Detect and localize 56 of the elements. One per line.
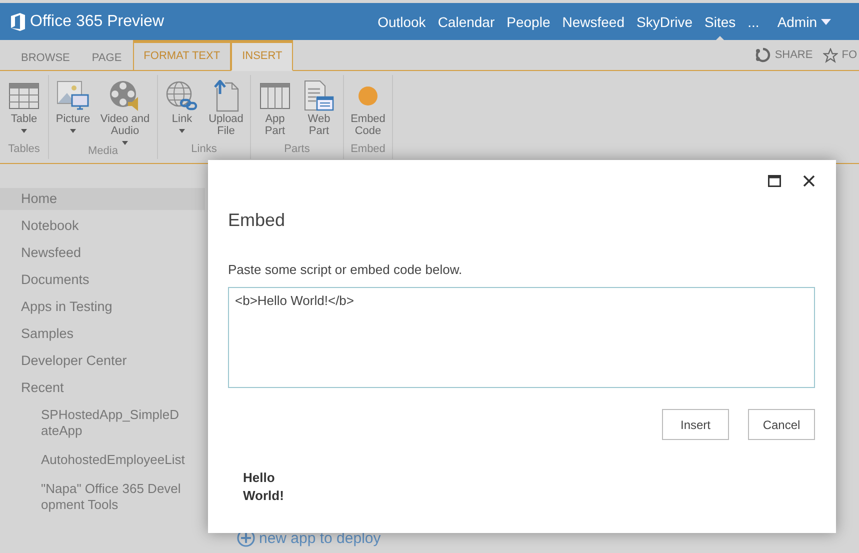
ribbon-command[interactable]: Video and Audio bbox=[97, 75, 153, 145]
action-link[interactable]: FO bbox=[842, 49, 857, 61]
ribbon-command[interactable]: Embed Code bbox=[348, 75, 388, 143]
ribbon-command[interactable]: Table bbox=[4, 75, 44, 143]
nav-item[interactable]: Home bbox=[0, 188, 205, 210]
ribbon-command[interactable]: Upload File bbox=[206, 75, 246, 143]
upload-file-icon bbox=[213, 79, 239, 113]
ribbon-tab[interactable]: BROWSE bbox=[10, 44, 81, 71]
nav-link[interactable]: ... bbox=[742, 3, 766, 40]
ribbon-command[interactable]: App Part bbox=[255, 75, 295, 143]
preview-text: Hello World! bbox=[243, 469, 285, 505]
film-reel-icon bbox=[109, 79, 141, 113]
dialog-button[interactable]: Insert bbox=[662, 409, 729, 440]
web-part-icon bbox=[304, 79, 334, 113]
nav-link[interactable]: Newsfeed bbox=[556, 3, 630, 40]
ribbon-command[interactable]: Link bbox=[162, 75, 202, 143]
dialog-prompt: Paste some script or embed code below. bbox=[228, 262, 464, 277]
dialog-title: Embed bbox=[228, 210, 286, 231]
picture-icon bbox=[57, 79, 89, 113]
nav-item[interactable]: Documents bbox=[0, 269, 185, 291]
nav-item[interactable]: Newsfeed bbox=[0, 242, 185, 264]
ribbon-command[interactable]: Picture bbox=[53, 75, 93, 145]
nav-item[interactable]: Samples bbox=[0, 323, 185, 345]
ribbon-group-label: Tables bbox=[7, 143, 41, 157]
app-title: Office 365 Preview bbox=[30, 12, 164, 30]
nav-item[interactable]: Developer Center bbox=[0, 350, 185, 372]
ribbon-group-label: Media bbox=[87, 145, 119, 159]
nav-item[interactable]: Apps in Testing bbox=[0, 296, 185, 318]
new-app-link[interactable]: new app to deploy bbox=[259, 530, 381, 546]
caret-icon bbox=[821, 18, 831, 24]
nav-item[interactable]: "Napa" Office 365 Development Tools bbox=[0, 478, 185, 516]
dialog-button[interactable]: Cancel bbox=[748, 409, 815, 440]
nav-item[interactable]: SPHostedApp_SimpleDateApp bbox=[0, 404, 185, 442]
nav-link[interactable]: SkyDrive bbox=[630, 3, 699, 40]
code-field[interactable]: <b>Hello World!</b> bbox=[228, 287, 815, 388]
ribbon-group-label: Embed bbox=[350, 143, 386, 157]
user-menu[interactable]: Admin bbox=[771, 3, 837, 40]
ribbon-command[interactable]: Web Part bbox=[299, 75, 339, 143]
action-link[interactable]: SHARE bbox=[774, 49, 813, 61]
nav-link[interactable]: Outlook bbox=[372, 3, 432, 40]
ribbon-tab[interactable]: PAGE bbox=[80, 44, 133, 71]
star-icon bbox=[822, 48, 838, 62]
nav-item[interactable]: Recent bbox=[0, 377, 185, 399]
nav-link[interactable]: Sites bbox=[698, 3, 742, 40]
globe-link-icon bbox=[166, 79, 198, 113]
ribbon-tab[interactable]: INSERT bbox=[231, 40, 294, 71]
office-logo-icon bbox=[10, 12, 26, 30]
maximize-icon[interactable] bbox=[768, 175, 781, 187]
share-icon bbox=[754, 47, 771, 63]
nav-item[interactable]: AutohostedEmployeeList bbox=[0, 449, 185, 471]
nav-link[interactable]: People bbox=[500, 3, 556, 40]
nav-link[interactable]: Calendar bbox=[432, 3, 501, 40]
ribbon-group-label: Parts bbox=[283, 143, 311, 157]
close-icon[interactable] bbox=[803, 175, 815, 187]
nav-item[interactable]: Notebook bbox=[0, 215, 185, 237]
ribbon-group-label: Links bbox=[190, 143, 218, 157]
